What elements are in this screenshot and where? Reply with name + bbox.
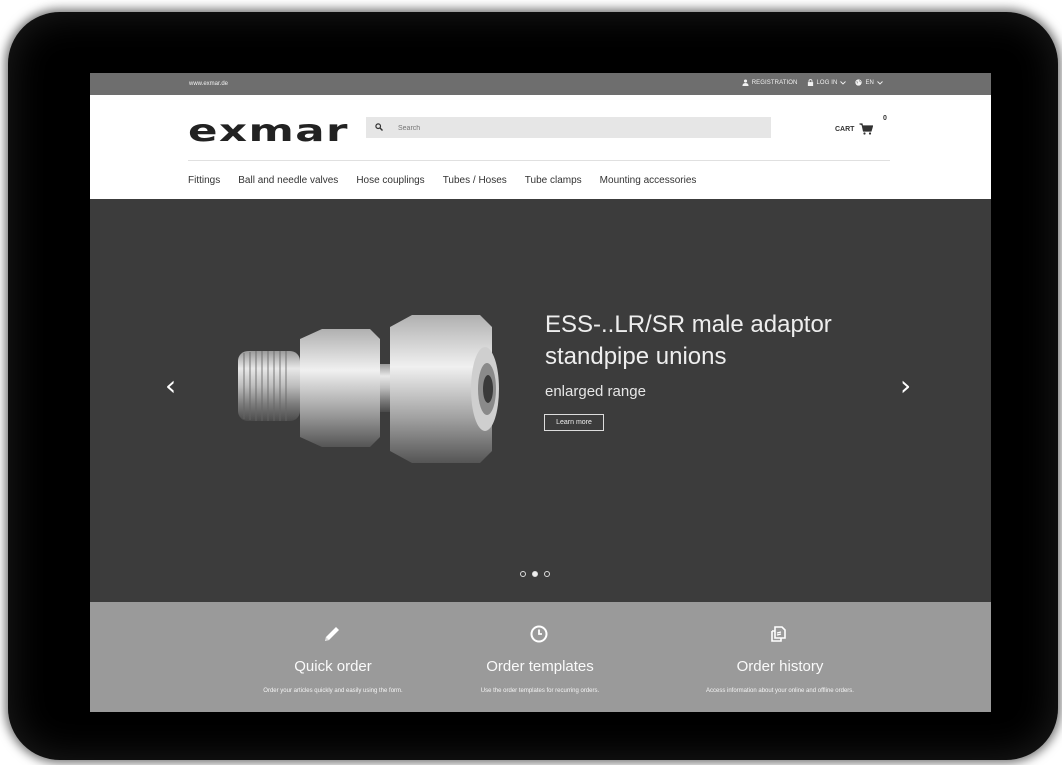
main-nav: Fittings Ball and needle valves Hose cou… <box>188 175 714 186</box>
feature-description: Use the order templates for recurring or… <box>480 688 600 694</box>
globe-icon <box>855 79 863 86</box>
cart-label: CART <box>835 125 855 133</box>
lock-icon <box>807 79 813 86</box>
registration-link[interactable]: REGISTRATION <box>742 79 798 86</box>
feature-title: Quick order <box>294 658 372 675</box>
header-divider <box>188 160 890 161</box>
slider-dot-3[interactable] <box>544 571 550 577</box>
pencil-icon <box>325 627 339 641</box>
login-label: LOG IN <box>816 79 838 86</box>
cart-button[interactable]: CART 0 <box>835 115 887 135</box>
slider-dot-2-active[interactable] <box>532 571 538 577</box>
feature-description: Access information about your online and… <box>706 688 854 694</box>
login-link[interactable]: LOG IN <box>807 79 847 86</box>
browser-screen: www.exmar.de REGISTRATION LOG IN EN exma… <box>90 73 991 712</box>
domain-link[interactable]: www.exmar.de <box>189 81 228 87</box>
language-label: EN <box>865 79 874 86</box>
top-bar-actions: REGISTRATION LOG IN EN <box>742 79 883 86</box>
top-bar: www.exmar.de REGISTRATION LOG IN EN <box>90 73 991 95</box>
site-header: exmar CART 0 Fittings Ball and needle va… <box>90 95 991 199</box>
search-icon[interactable] <box>375 123 383 131</box>
copy-icon <box>771 626 786 642</box>
chevron-down-icon <box>840 80 847 85</box>
feature-title: Order history <box>736 658 824 675</box>
hero-title: ESS-..LR/SR male adaptor standpipe union… <box>545 309 832 373</box>
search-input[interactable] <box>396 119 760 138</box>
chevron-down-icon <box>877 80 883 85</box>
hero-slider: ‹ › ESS-..LR/SR male adaptor standpipe u… <box>90 199 991 602</box>
hero-subtitle: enlarged range <box>545 383 646 400</box>
language-selector[interactable]: EN <box>855 79 883 86</box>
hero-title-line2: standpipe unions <box>545 343 727 370</box>
cart-icon <box>859 123 874 135</box>
user-icon <box>742 79 749 86</box>
nav-item-ball-needle-valves[interactable]: Ball and needle valves <box>238 175 338 186</box>
feature-description: Order your articles quickly and easily u… <box>263 688 403 694</box>
hero-title-line1: ESS-..LR/SR male adaptor <box>545 311 832 338</box>
nav-item-tubes-hoses[interactable]: Tubes / Hoses <box>443 175 507 186</box>
slider-dot-1[interactable] <box>520 571 526 577</box>
slider-next-button[interactable]: › <box>900 369 911 402</box>
product-image <box>238 315 499 463</box>
nav-item-mounting-accessories[interactable]: Mounting accessories <box>600 175 697 186</box>
nav-item-hose-couplings[interactable]: Hose couplings <box>356 175 424 186</box>
learn-more-button[interactable]: Learn more <box>544 414 604 431</box>
feature-title: Order templates <box>486 658 594 675</box>
nav-item-fittings[interactable]: Fittings <box>188 175 220 186</box>
search-bar[interactable] <box>366 117 771 138</box>
slider-dots <box>520 571 550 577</box>
clock-icon <box>530 625 548 643</box>
cart-count: 0 <box>883 115 887 122</box>
exmar-logo[interactable]: exmar <box>188 116 349 148</box>
features-section: Quick order Order your articles quickly … <box>90 602 991 712</box>
nav-item-tube-clamps[interactable]: Tube clamps <box>525 175 582 186</box>
slider-prev-button[interactable]: ‹ <box>165 369 176 402</box>
registration-label: REGISTRATION <box>751 79 798 86</box>
